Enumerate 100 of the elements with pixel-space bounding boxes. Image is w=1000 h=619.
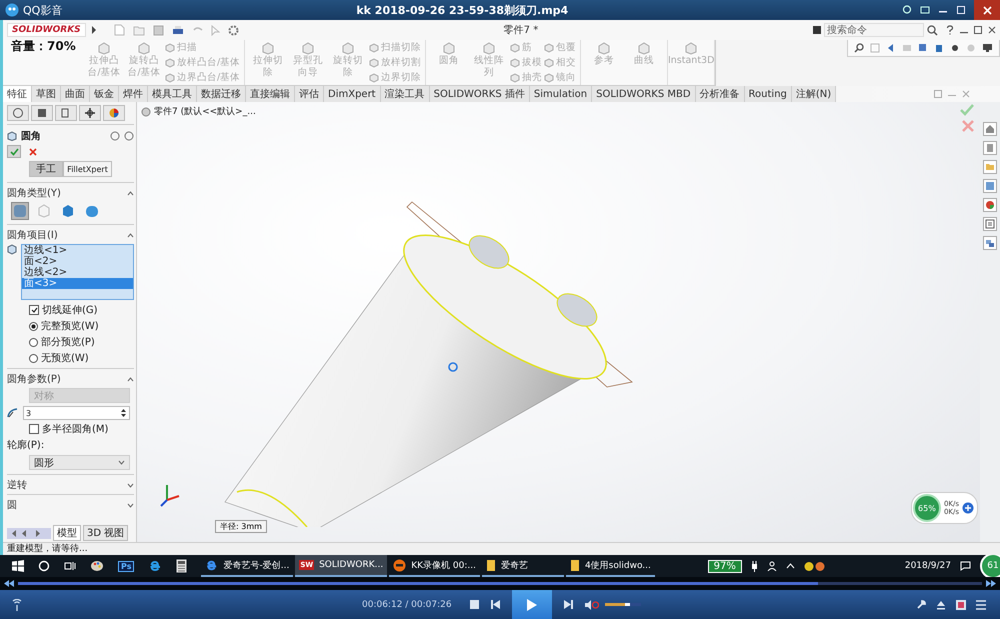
chevron-down-icon [118,460,125,465]
property-icon[interactable] [31,105,53,121]
ribbon-tab[interactable]: DimXpert [324,86,381,102]
checkbox[interactable] [29,305,39,315]
checkmark-icon[interactable] [960,104,974,116]
previous-view-icon[interactable] [886,43,896,53]
stop-icon[interactable] [470,600,479,609]
task-view-icon[interactable] [64,560,76,572]
ribbon-tab[interactable]: 评估 [295,86,324,102]
solidworks-logo: SOLIDWORKS [7,23,86,37]
skip-forward-icon[interactable] [564,600,573,609]
search-field[interactable]: 搜索命令 [824,23,924,37]
zoom-icon[interactable] [854,43,864,53]
ribbon-tab[interactable]: 钣金 [90,86,119,102]
selection-item[interactable]: 面<2> [22,256,133,267]
expand-arrow-icon[interactable] [90,26,97,34]
ribbon-tab[interactable]: 直接编辑 [246,86,295,102]
browser-e-icon[interactable] [148,559,162,573]
ribbon-tab[interactable]: Simulation [530,86,592,102]
model-view-tab[interactable]: 模型 [53,525,81,541]
tab-scroll-buttons[interactable] [7,528,51,538]
browser-e-icon [205,558,218,572]
ribbon-tab[interactable]: 曲面 [61,86,90,102]
mini-mode-icon[interactable] [920,5,930,15]
view-orientation-icon[interactable] [918,43,928,53]
feature-icon [544,72,554,82]
spinner-arrows-icon[interactable] [120,408,127,418]
windows-logo-icon[interactable] [12,560,24,572]
checkbox[interactable] [29,424,39,434]
list-icon[interactable] [983,217,997,231]
notification-icon[interactable] [960,561,971,571]
play-icon [526,598,537,610]
eject-icon[interactable] [936,600,946,610]
battery-indicator: 97% [708,560,742,572]
ribbon-tab[interactable]: SOLIDWORKS MBD [592,86,696,102]
feature-icon [442,42,456,55]
model-view-tab[interactable]: 3D 视图 [83,525,128,541]
cancel-icon[interactable] [29,148,37,156]
ribbon-tab[interactable]: SOLIDWORKS 插件 [430,86,530,102]
color-grid-icon[interactable] [956,600,966,610]
close-icon[interactable] [988,26,996,34]
display-style-icon[interactable] [934,43,944,53]
print-icon[interactable] [172,24,184,36]
tray-apps-icon[interactable] [804,560,826,572]
color-ball-icon[interactable] [983,198,997,212]
configuration-icon[interactable] [55,105,77,121]
color-wheel-icon[interactable] [103,105,125,121]
feature-icon [637,42,652,55]
search-circle-icon[interactable] [38,560,50,572]
help-icon[interactable] [946,25,954,35]
speaker-icon[interactable] [584,600,599,610]
feature-tree-item[interactable]: 零件7 (默认<<默认>_... [141,105,256,118]
chevron-down-icon[interactable] [127,502,134,508]
close-button[interactable] [974,0,1000,20]
selection-item[interactable]: 面<3> [22,278,133,289]
playlist-icon[interactable] [976,600,986,610]
selection-item[interactable]: 边线<1> [22,245,133,256]
wrench-icon[interactable] [916,600,926,610]
crosshair-icon[interactable] [79,105,101,121]
fillet-full-round-icon [85,204,99,218]
ribbon-tab[interactable]: 注解(N) [792,86,836,102]
ribbon-tab[interactable]: 渲染工具 [380,86,430,102]
ribbon-tab[interactable]: 数据迁移 [197,86,246,102]
help-icon[interactable] [124,131,134,141]
home-icon[interactable] [983,122,997,136]
photoshop-icon[interactable]: Ps [118,560,134,572]
calculator-icon[interactable] [176,559,188,573]
signal-icon[interactable] [12,598,22,610]
ribbon-tab[interactable]: 分析准备 [696,86,745,102]
skip-back-icon[interactable] [490,600,500,609]
windows-icon[interactable] [983,236,997,250]
radio-button[interactable] [29,322,38,330]
rewind-icon[interactable] [4,580,14,587]
play-button[interactable] [512,590,552,619]
feature-tree-icon[interactable] [7,105,29,121]
user-icon[interactable] [766,561,777,571]
ribbon-tab[interactable]: 焊件 [119,86,148,102]
gear-icon[interactable] [228,24,239,36]
feature-icon [261,42,276,55]
volume-slider[interactable] [604,603,641,606]
radio-button[interactable] [29,354,38,362]
ribbon-tab[interactable]: 特征 [3,86,32,102]
paint-palette-icon[interactable] [90,559,104,573]
selection-list[interactable]: 边线<1> 面<2> 边线<2> 面<3> [21,244,134,300]
ribbon-tab[interactable]: Routing [744,86,792,102]
power-plug-icon[interactable] [750,560,758,572]
maximize-icon[interactable] [974,26,982,34]
profile-dropdown[interactable]: 圆形 [29,455,130,470]
mode-tab[interactable]: 手工 [29,161,64,177]
monitor-icon[interactable] [982,43,993,53]
mode-tab[interactable]: FilletXpert [63,161,112,177]
chevron-down-icon[interactable] [127,482,134,488]
fillet-constant-icon [13,204,27,218]
radius-field[interactable]: 3 [23,406,130,420]
plus-icon[interactable] [962,502,974,514]
ribbon-tab[interactable]: 模具工具 [148,86,197,102]
push-pin-icon[interactable] [110,131,120,141]
radio-button[interactable] [29,338,38,346]
selection-item[interactable]: 边线<2> [22,267,133,278]
ribbon-tab[interactable]: 草图 [32,86,61,102]
